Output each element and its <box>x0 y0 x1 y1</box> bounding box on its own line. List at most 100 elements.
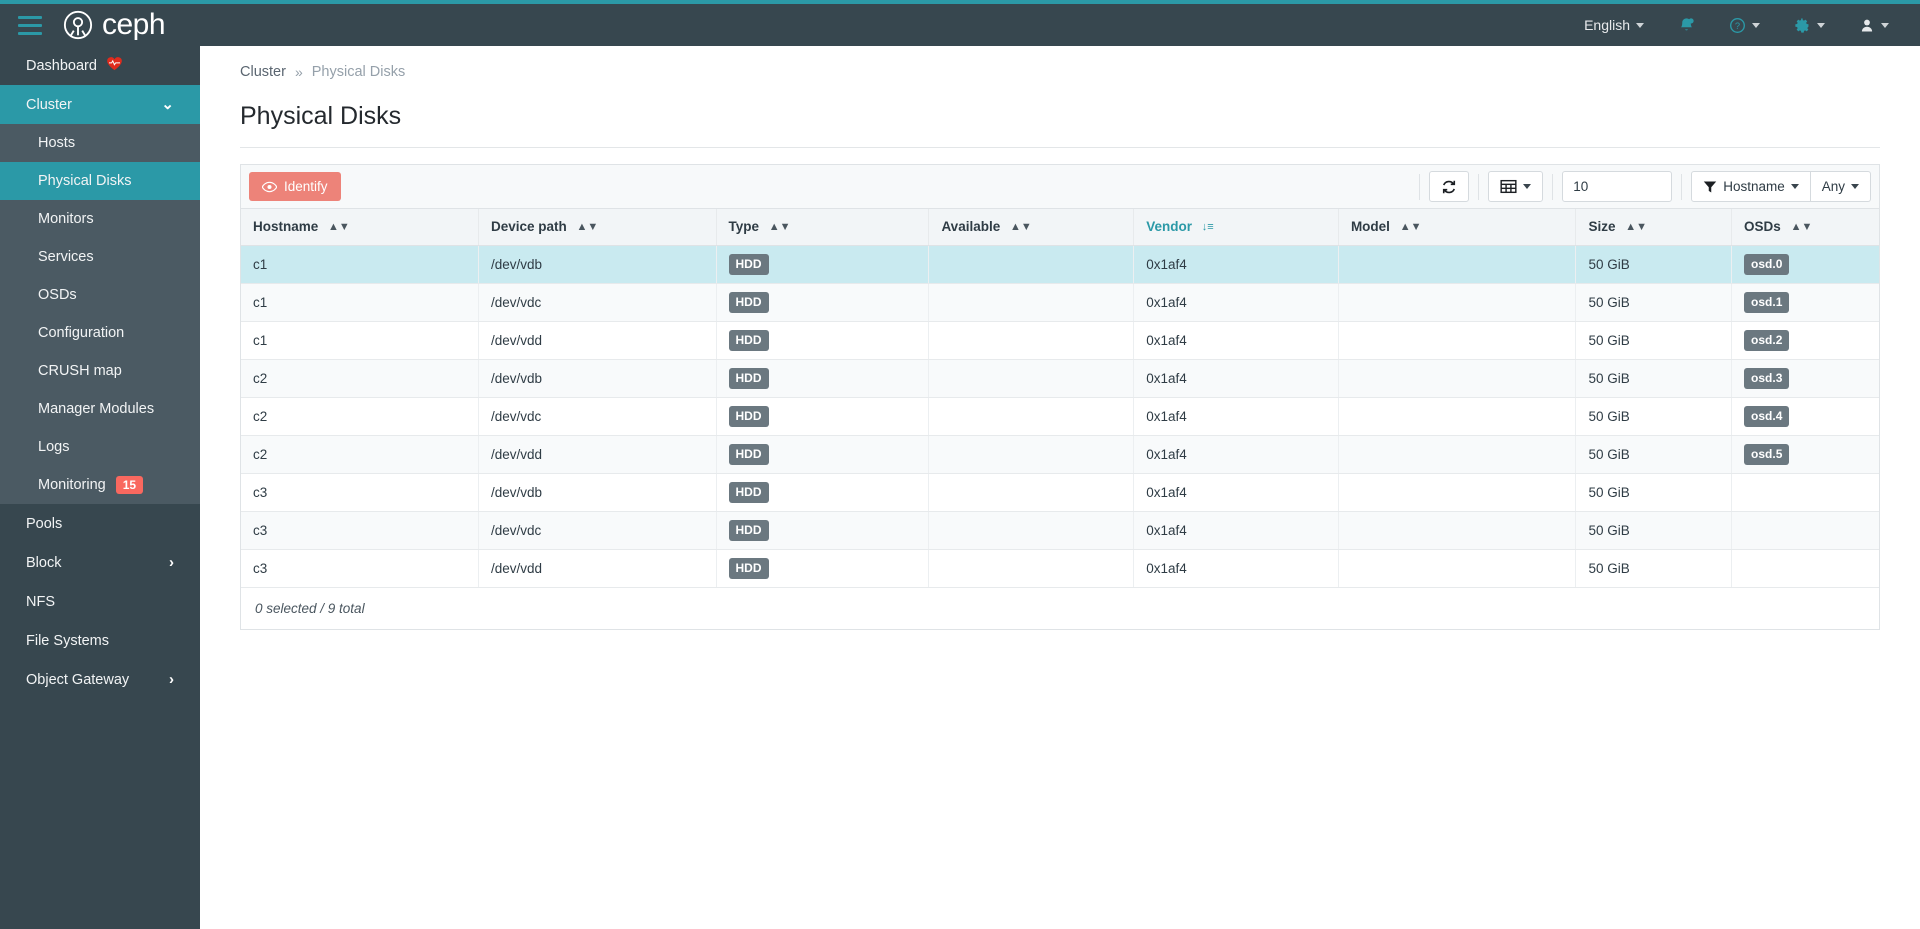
cell-model <box>1338 321 1577 360</box>
column-header-type[interactable]: Type ▲▼ <box>716 209 930 246</box>
column-header-model[interactable]: Model ▲▼ <box>1338 209 1577 246</box>
type-badge: HDD <box>728 329 769 351</box>
column-header-device-path[interactable]: Device path ▲▼ <box>478 209 717 246</box>
table-row[interactable]: c2/dev/vdb HDD 0x1af4 50 GiB osd.3 <box>241 359 1879 398</box>
table-row[interactable]: c1/dev/vdb HDD 0x1af4 50 GiB osd.0 <box>241 245 1879 284</box>
sidebar-item-object-gateway[interactable]: Object Gateway › <box>0 660 200 699</box>
column-label: OSDs <box>1744 219 1781 235</box>
refresh-button[interactable] <box>1429 171 1470 202</box>
sidebar-item-dashboard[interactable]: Dashboard <box>0 46 200 85</box>
user-menu[interactable] <box>1842 4 1906 46</box>
cell-osds: osd.4 <box>1731 397 1879 436</box>
cell-size: 50 GiB <box>1575 245 1733 284</box>
language-selector[interactable]: English <box>1567 4 1661 46</box>
page-size-input[interactable] <box>1562 171 1673 202</box>
cell-vendor: 0x1af4 <box>1133 435 1339 474</box>
cell-available <box>928 549 1135 588</box>
sidebar-item-block[interactable]: Block › <box>0 543 200 582</box>
osd-badge: osd.2 <box>1744 329 1790 351</box>
notifications-button[interactable] <box>1661 4 1712 46</box>
cell-osds: osd.2 <box>1731 321 1879 360</box>
table-row[interactable]: c3/dev/vdc HDD 0x1af4 50 GiB <box>241 511 1879 550</box>
type-badge: HDD <box>728 253 769 275</box>
page-title-section: Physical Disks <box>240 80 1880 148</box>
sidebar-item-pools[interactable]: Pools <box>0 504 200 543</box>
cell-hostname: c1 <box>241 283 479 322</box>
cell-model <box>1338 359 1577 398</box>
cell-available <box>928 473 1135 512</box>
column-header-size[interactable]: Size ▲▼ <box>1575 209 1733 246</box>
sidebar-item-monitors[interactable]: Monitors <box>0 200 200 238</box>
physical-disks-table: Hostname ▲▼ Device path ▲▼ Type ▲▼ Avail… <box>241 209 1879 588</box>
settings-menu[interactable] <box>1777 4 1842 46</box>
filter-column-dropdown[interactable]: Hostname <box>1691 171 1811 202</box>
sidebar-item-file-systems[interactable]: File Systems <box>0 621 200 660</box>
hamburger-icon[interactable] <box>0 4 60 46</box>
sidebar-item-label: NFS <box>26 593 55 610</box>
table-row[interactable]: c2/dev/vdc HDD 0x1af4 50 GiB osd.4 <box>241 397 1879 436</box>
sidebar-item-osds[interactable]: OSDs <box>0 276 200 314</box>
sidebar-item-services[interactable]: Services <box>0 238 200 276</box>
bell-icon <box>1681 18 1694 31</box>
sidebar-item-nfs[interactable]: NFS <box>0 582 200 621</box>
type-badge: HDD <box>728 291 769 313</box>
cell-type: HDD <box>716 283 930 322</box>
toolbar-divider <box>1419 173 1421 200</box>
column-header-osds[interactable]: OSDs ▲▼ <box>1731 209 1879 246</box>
cell-type: HDD <box>716 511 930 550</box>
cell-size: 50 GiB <box>1575 549 1733 588</box>
help-menu[interactable]: ? <box>1712 4 1777 46</box>
sidebar-item-cluster[interactable]: Cluster ⌄ <box>0 85 200 124</box>
sidebar-item-manager-modules[interactable]: Manager Modules <box>0 390 200 428</box>
table-row[interactable]: c3/dev/vdb HDD 0x1af4 50 GiB <box>241 473 1879 512</box>
filter-value-dropdown[interactable]: Any <box>1810 171 1871 202</box>
cell-vendor: 0x1af4 <box>1133 549 1339 588</box>
sidebar-item-hosts[interactable]: Hosts <box>0 124 200 162</box>
filter-controls: Hostname Any <box>1691 171 1871 202</box>
sidebar-item-physical-disks[interactable]: Physical Disks <box>0 162 200 200</box>
cell-hostname: c2 <box>241 359 479 398</box>
chevron-down-icon <box>1523 184 1532 189</box>
brand-logo[interactable]: ceph <box>63 10 166 40</box>
cell-size: 50 GiB <box>1575 435 1733 474</box>
cell-model <box>1338 549 1577 588</box>
column-header-hostname[interactable]: Hostname ▲▼ <box>241 209 479 246</box>
identify-button[interactable]: Identify <box>249 172 341 201</box>
column-label: Available <box>941 219 1001 235</box>
cell-device-path: /dev/vdd <box>478 549 717 588</box>
breadcrumb-parent[interactable]: Cluster <box>240 64 286 80</box>
sidebar-item-label: Monitors <box>38 211 94 227</box>
cell-device-path: /dev/vdb <box>478 245 717 284</box>
column-header-available[interactable]: Available ▲▼ <box>928 209 1135 246</box>
sidebar-item-label: OSDs <box>38 287 77 303</box>
gear-icon <box>1795 17 1809 33</box>
type-badge: HDD <box>728 405 769 427</box>
cell-hostname: c3 <box>241 511 479 550</box>
cell-type: HDD <box>716 473 930 512</box>
sidebar-item-label: Block <box>26 554 62 571</box>
heart-pulse-icon <box>106 56 123 75</box>
column-header-vendor[interactable]: Vendor ↓≡ <box>1133 209 1339 246</box>
cell-size: 50 GiB <box>1575 473 1733 512</box>
column-selector-button[interactable] <box>1488 171 1544 202</box>
table-row[interactable]: c1/dev/vdc HDD 0x1af4 50 GiB osd.1 <box>241 283 1879 322</box>
filter-value-label: Any <box>1821 179 1845 194</box>
sidebar-cluster-submenu: Hosts Physical Disks Monitors Services O… <box>0 124 200 504</box>
sidebar-item-logs[interactable]: Logs <box>0 428 200 466</box>
sidebar-item-label: Dashboard <box>26 57 97 74</box>
type-badge: HDD <box>728 481 769 503</box>
sort-icon: ▲▼ <box>1399 221 1422 234</box>
table-row[interactable]: c2/dev/vdd HDD 0x1af4 50 GiB osd.5 <box>241 435 1879 474</box>
table-row[interactable]: c3/dev/vdd HDD 0x1af4 50 GiB <box>241 549 1879 588</box>
column-label: Model <box>1350 219 1390 235</box>
sidebar-item-label: Object Gateway <box>26 671 130 688</box>
sidebar-item-crush-map[interactable]: CRUSH map <box>0 352 200 390</box>
type-badge: HDD <box>728 557 769 579</box>
sidebar-item-configuration[interactable]: Configuration <box>0 314 200 352</box>
table-row[interactable]: c1/dev/vdd HDD 0x1af4 50 GiB osd.2 <box>241 321 1879 360</box>
osd-badge: osd.4 <box>1744 405 1790 427</box>
sidebar-item-label: Cluster <box>26 96 72 113</box>
topbar-right-actions: English ? <box>1567 4 1920 46</box>
toolbar-right-controls: Hostname Any <box>1410 165 1871 208</box>
sidebar-item-monitoring[interactable]: Monitoring 15 <box>0 466 200 504</box>
